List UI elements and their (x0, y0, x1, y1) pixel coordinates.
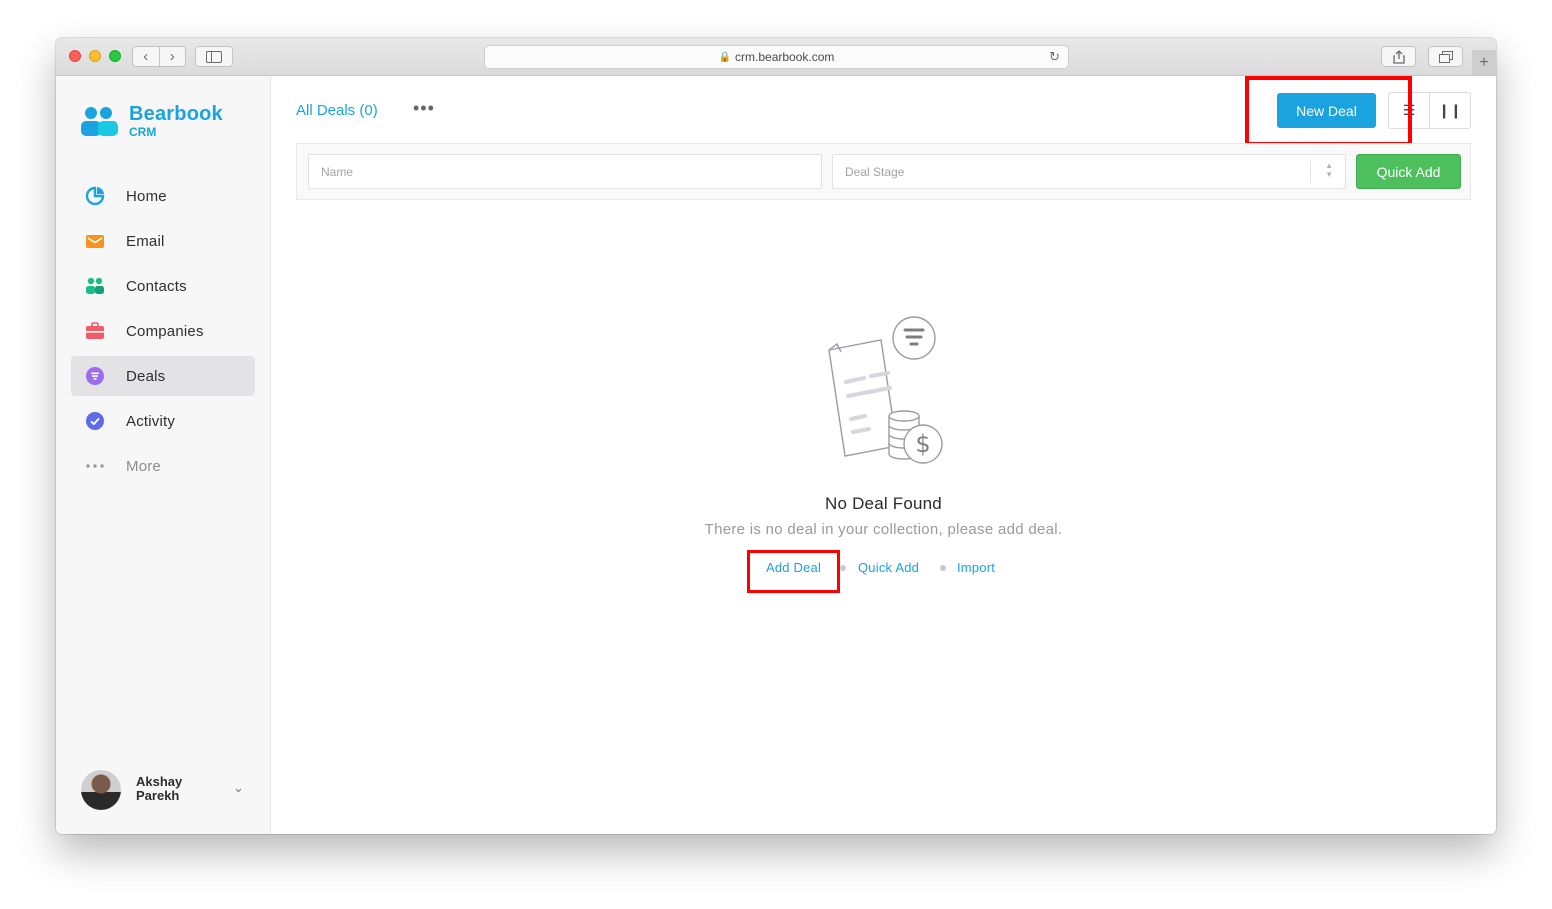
empty-state-title: No Deal Found (825, 494, 942, 513)
deal-name-input[interactable] (308, 154, 822, 189)
quick-add-bar: Deal Stage ▲▼ Quick Add (296, 143, 1471, 200)
user-menu[interactable]: Akshay Parekh ⌄ (81, 770, 251, 810)
address-bar[interactable]: 🔒 crm.bearbook.com ↻ (484, 45, 1069, 69)
quick-add-link[interactable]: Quick Add (858, 560, 919, 575)
logo: Bearbook CRM (81, 103, 241, 142)
chevron-right-icon[interactable]: › (160, 47, 186, 66)
sidebar-item-label: Deals (126, 367, 166, 385)
highlight-add-deal (747, 550, 840, 593)
close-window-button[interactable] (69, 50, 81, 62)
deal-stage-placeholder: Deal Stage (845, 165, 905, 179)
main-content: All Deals (0) ••• New Deal ☰ ❙❙ Deal Sta… (271, 76, 1496, 834)
separator-dot (940, 565, 946, 571)
highlight-new-deal (1245, 76, 1412, 146)
all-deals-view-selector[interactable]: All Deals (0) (296, 102, 378, 119)
tabs-icon (1438, 50, 1453, 63)
url-text: crm.bearbook.com (735, 50, 835, 64)
import-link[interactable]: Import (957, 560, 995, 575)
chevron-down-icon[interactable]: ⌄ (233, 780, 244, 796)
sidebar-item-home[interactable]: Home (71, 176, 255, 216)
pie-chart-icon (85, 186, 105, 206)
sidebar-item-deals[interactable]: Deals (71, 356, 255, 396)
chevron-left-icon[interactable]: ‹ (133, 47, 160, 66)
quick-add-button[interactable]: Quick Add (1356, 154, 1461, 189)
envelope-icon (86, 235, 104, 248)
sidebar-toggle-button[interactable] (195, 46, 233, 67)
select-divider (1310, 161, 1311, 183)
lock-icon: 🔒 (718, 51, 732, 63)
deal-stage-select[interactable]: Deal Stage ▲ ▼ (832, 154, 1346, 189)
crm-app: Bearbook CRM Home Email Contacts Compani… (56, 76, 1496, 834)
empty-deals-illustration: $ (828, 316, 943, 464)
filter-circle-icon (86, 367, 104, 385)
reload-icon[interactable]: ↻ (1049, 49, 1060, 65)
share-button[interactable] (1381, 46, 1416, 67)
select-arrows-icon: ▲ ▼ (1325, 161, 1333, 179)
separator-dot (840, 565, 846, 571)
empty-state-actions: Add Deal Quick Add Import (271, 560, 1496, 580)
sidebar-item-label: Contacts (126, 277, 187, 295)
sidebar-item-email[interactable]: Email (71, 221, 255, 261)
sidebar-item-more[interactable]: More (71, 446, 255, 486)
svg-text:$: $ (915, 430, 930, 458)
history-nav: ‹ › (132, 46, 186, 67)
bearbook-logo-icon (81, 107, 118, 136)
sidebar-item-label: Activity (126, 412, 176, 430)
sidebar-item-activity[interactable]: Activity (71, 401, 255, 441)
more-options-icon[interactable]: ••• (413, 98, 435, 119)
brand-name: Bearbook (129, 103, 223, 125)
browser-window: ‹ › 🔒 crm.bearbook.com ↻ + Bearbook CRM … (56, 38, 1496, 834)
sidebar: Bearbook CRM Home Email Contacts Compani… (56, 76, 271, 834)
zoom-window-button[interactable] (109, 50, 121, 62)
kanban-view-icon[interactable]: ❙❙ (1430, 93, 1470, 128)
brand-sub: CRM (129, 125, 157, 139)
sidebar-item-label: Companies (126, 322, 204, 340)
avatar (81, 770, 121, 810)
sidebar-item-label: More (126, 457, 161, 475)
sidebar-item-companies[interactable]: Companies (71, 311, 255, 351)
sidebar-item-label: Home (126, 187, 167, 205)
briefcase-icon (86, 322, 104, 339)
sidebar-nav: Home Email Contacts Companies Deals Acti… (71, 176, 255, 491)
ellipsis-icon (86, 464, 104, 468)
minimize-window-button[interactable] (89, 50, 101, 62)
share-icon (1392, 49, 1405, 64)
sidebar-item-contacts[interactable]: Contacts (71, 266, 255, 306)
browser-titlebar: ‹ › 🔒 crm.bearbook.com ↻ + (56, 38, 1496, 76)
new-tab-button[interactable]: + (1472, 50, 1496, 75)
show-tabs-button[interactable] (1428, 46, 1463, 67)
empty-state-subtitle: There is no deal in your collection, ple… (704, 521, 1063, 538)
sidebar-item-label: Email (126, 232, 165, 250)
users-icon (86, 277, 104, 294)
check-circle-icon (86, 412, 104, 430)
user-name: Akshay Parekh (136, 774, 183, 803)
sidebar-icon (206, 50, 222, 63)
